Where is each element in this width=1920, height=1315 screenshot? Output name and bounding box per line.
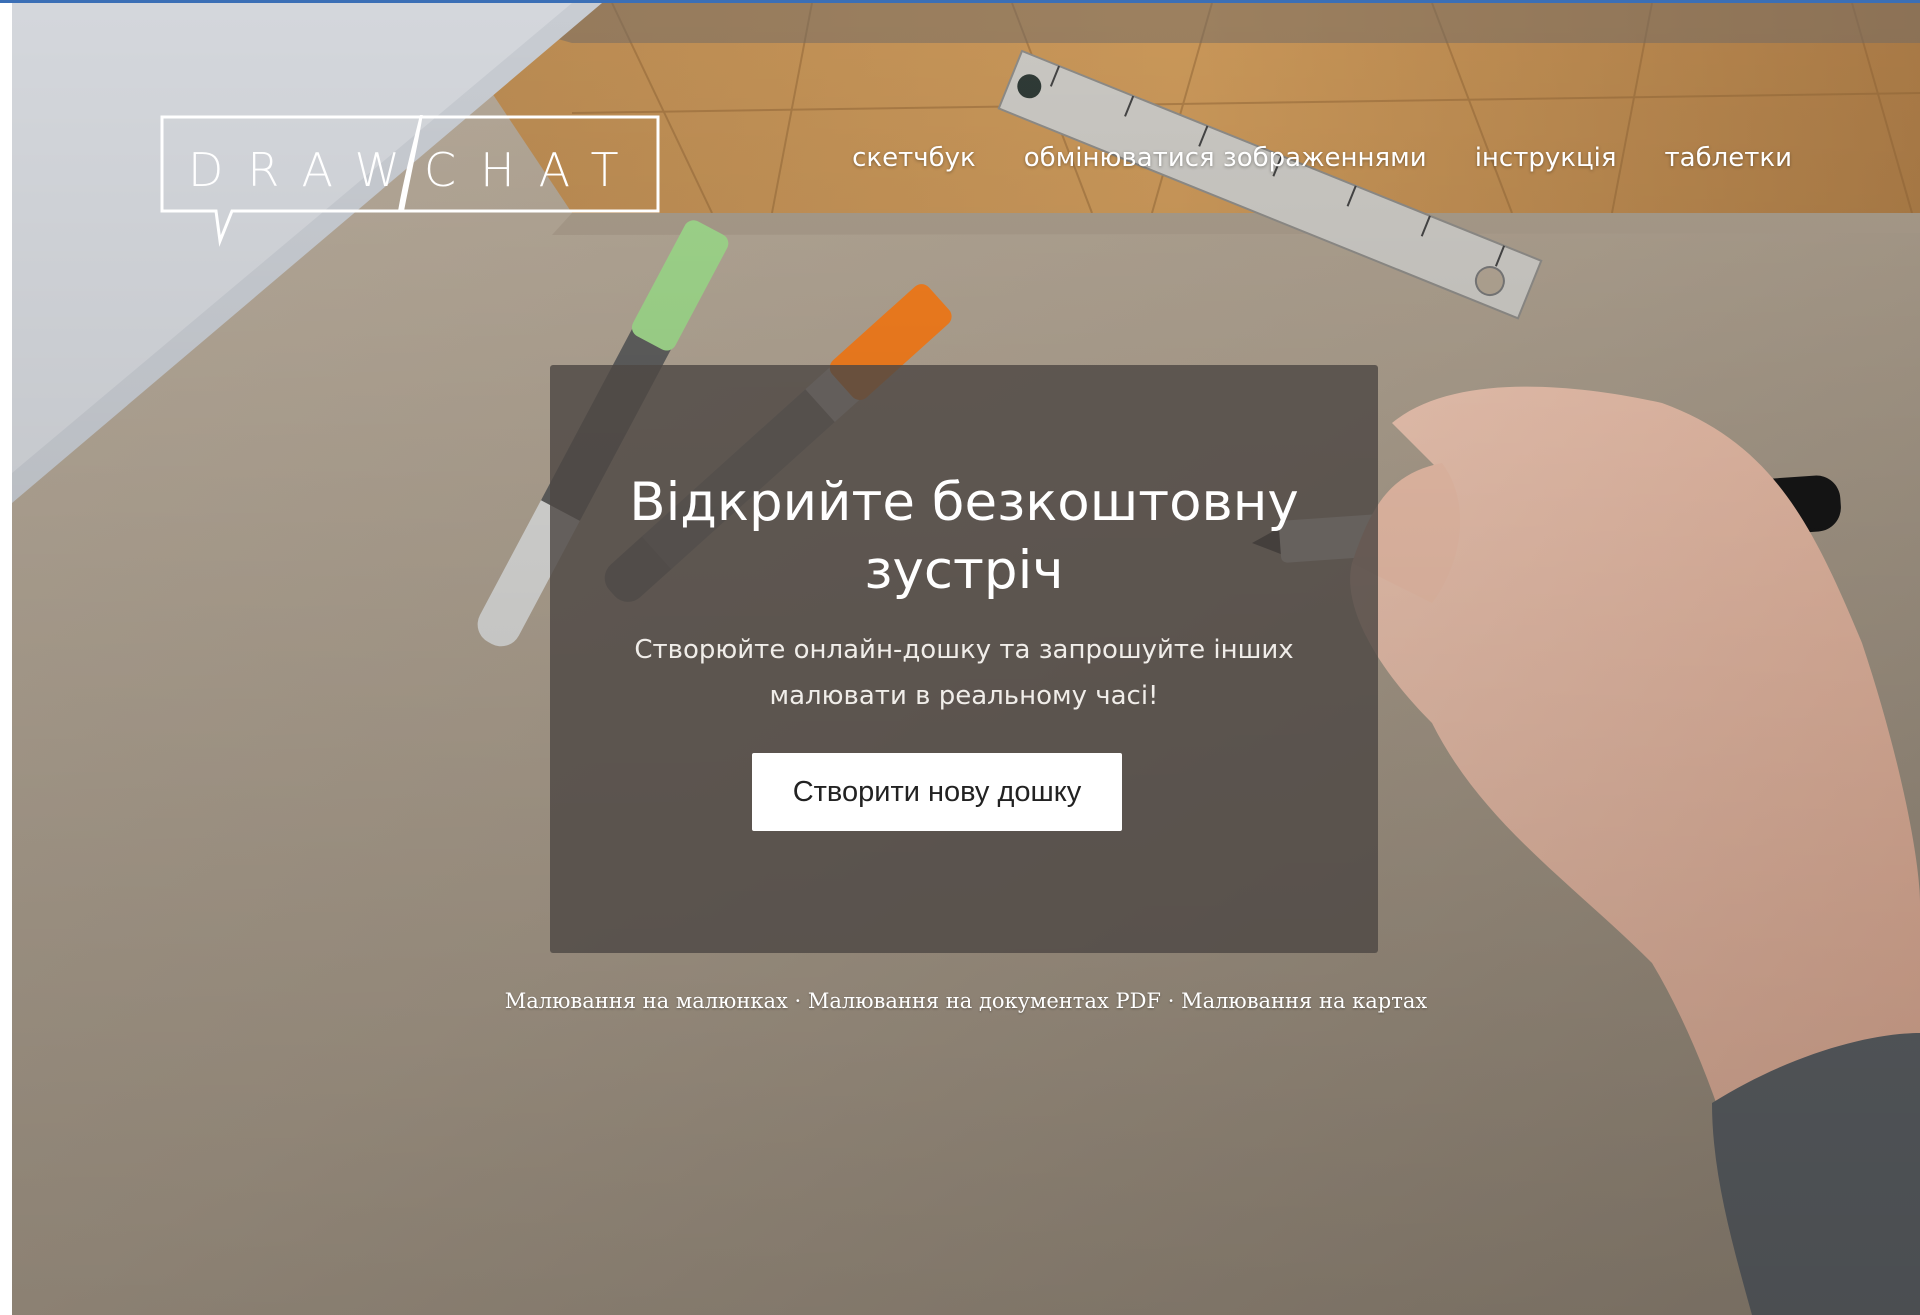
hero-section: DRAWCHAT скетчбук обмінюватися зображенн… [12,3,1920,1315]
hero-subtitle: Створюйте онлайн-дошку та запрошуйте інш… [634,635,1294,711]
nav-item-sketchbook[interactable]: скетчбук [852,143,976,173]
link-draw-on-maps[interactable]: Малювання на картах [1181,989,1427,1013]
link-separator: · [1167,989,1175,1013]
link-draw-on-images[interactable]: Малювання на малюнках [505,989,788,1013]
create-board-button[interactable]: Створити нову дошку [752,753,1122,831]
link-draw-on-pdf[interactable]: Малювання на документах PDF [808,989,1161,1013]
link-separator: · [794,989,802,1013]
main-nav: скетчбук обмінюватися зображеннями інстр… [852,143,1792,173]
logo-text: DRAWCHAT [188,143,643,197]
nav-item-tablets[interactable]: таблетки [1665,143,1792,173]
nav-item-share-images[interactable]: обмінюватися зображеннями [1024,143,1427,173]
hero-title: Відкрийте безкоштовну зустріч [629,472,1299,601]
hero-card: Відкрийте безкоштовну зустріч Створюйте … [550,365,1378,953]
feature-links: Малювання на малюнках · Малювання на док… [12,989,1920,1013]
drawchat-logo[interactable]: DRAWCHAT [160,115,660,247]
left-margin [0,3,12,1315]
nav-item-instructions[interactable]: інструкція [1475,143,1617,173]
